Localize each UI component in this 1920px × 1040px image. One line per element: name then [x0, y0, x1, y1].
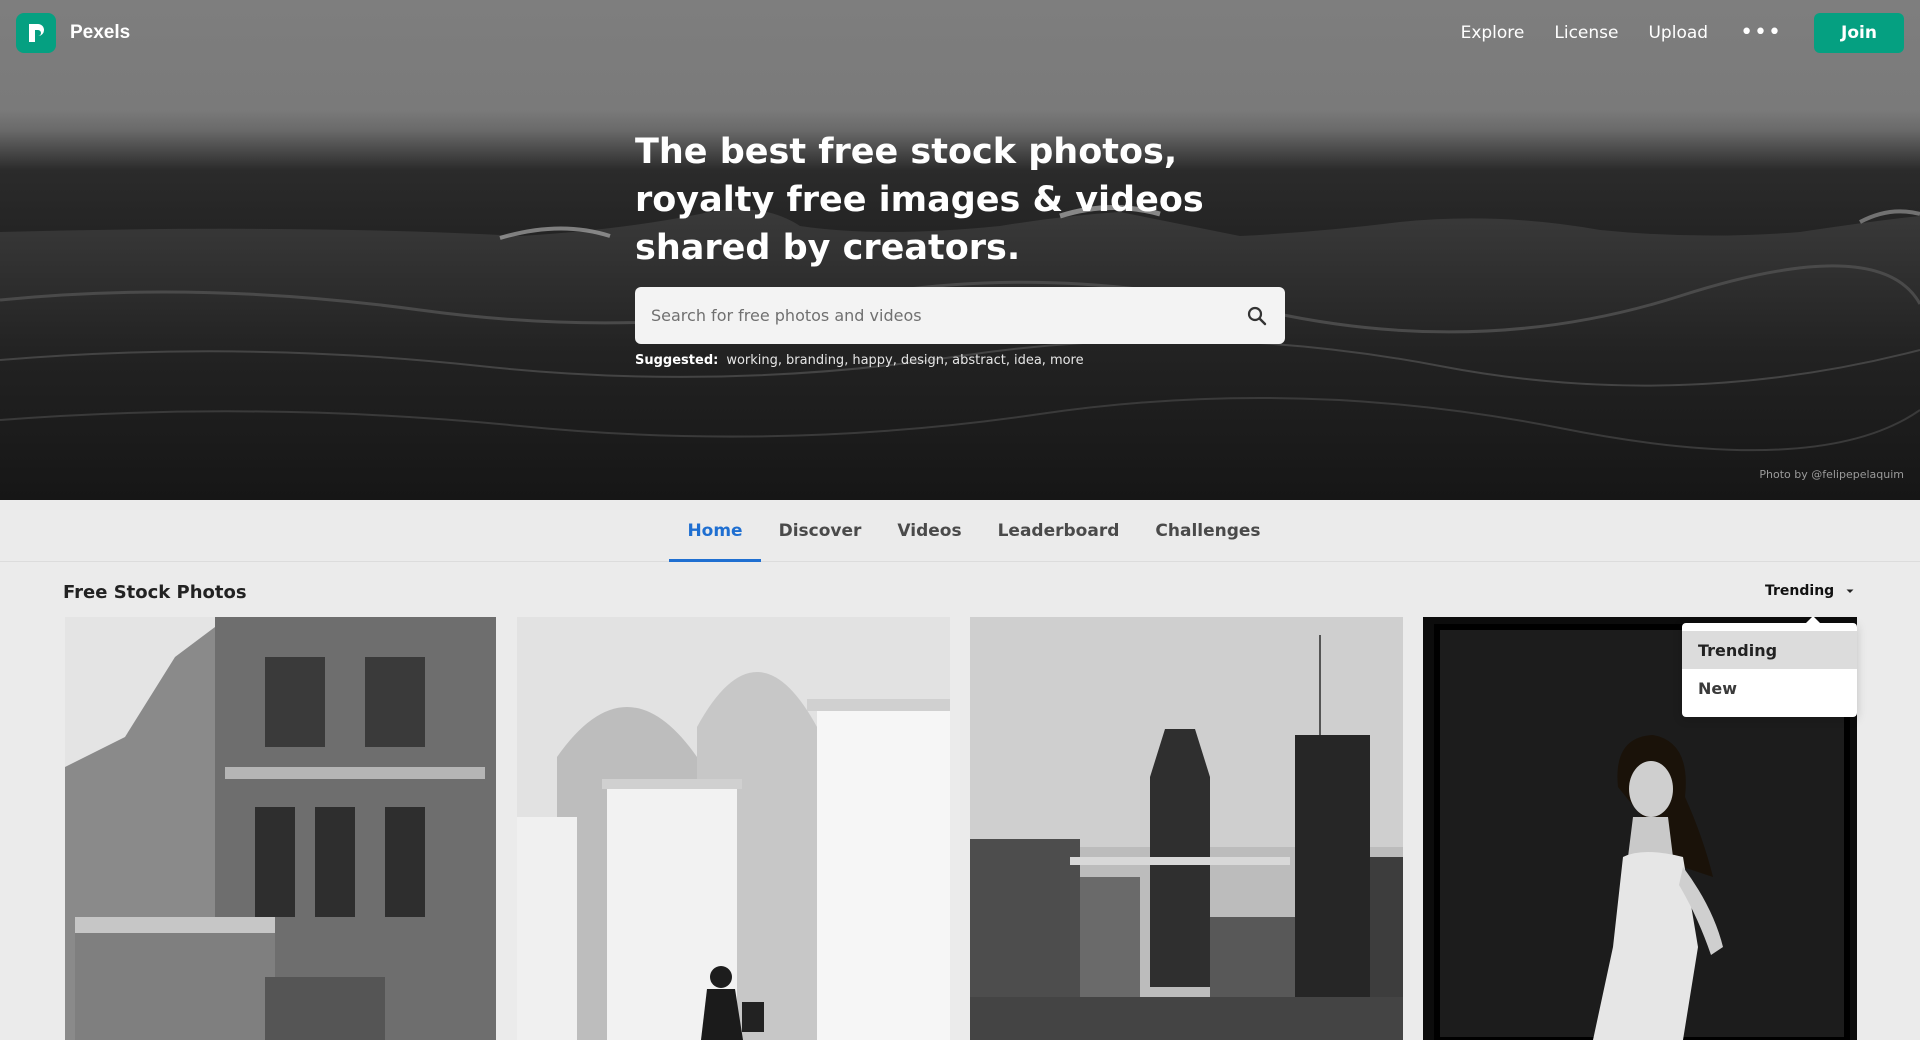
suggested-item[interactable]: branding	[786, 353, 844, 368]
sort-dropdown[interactable]: Trending	[1765, 583, 1856, 599]
tab-challenges[interactable]: Challenges	[1137, 500, 1278, 562]
sort-option-new[interactable]: New	[1682, 669, 1857, 707]
search-bar	[635, 287, 1285, 344]
suggested-item[interactable]: happy	[852, 353, 892, 368]
brand-name[interactable]: Pexels	[70, 22, 130, 44]
nav-license-link[interactable]: License	[1554, 23, 1618, 43]
sort-selected-value: Trending	[1765, 583, 1835, 599]
photo-card-building[interactable]	[65, 617, 496, 1040]
sort-option-trending[interactable]: Trending	[1682, 631, 1857, 669]
chevron-down-icon	[1846, 589, 1854, 593]
nav-upload-link[interactable]: Upload	[1648, 23, 1708, 43]
photo-building-image	[65, 617, 496, 1040]
hero-banner: Pexels Explore License Upload ••• Join T…	[0, 0, 1920, 500]
suggested-searches: Suggested: working, branding, happy, des…	[635, 353, 1084, 368]
top-navigation: Pexels Explore License Upload ••• Join	[0, 0, 1920, 66]
section-tabs: Home Discover Videos Leaderboard Challen…	[669, 500, 1278, 562]
photo-skyline-image	[970, 617, 1403, 1040]
tab-videos[interactable]: Videos	[879, 500, 979, 562]
search-icon[interactable]	[1245, 304, 1269, 328]
tab-leaderboard[interactable]: Leaderboard	[980, 500, 1138, 562]
photo-card-arches[interactable]	[517, 617, 950, 1040]
pexels-logo-icon[interactable]	[16, 13, 56, 53]
hero-title: The best free stock photos, royalty free…	[635, 132, 1204, 268]
photo-credit[interactable]: Photo by @felipepelaquim	[1759, 468, 1904, 481]
suggested-item[interactable]: abstract	[952, 353, 1006, 368]
nav-explore-link[interactable]: Explore	[1461, 23, 1525, 43]
nav-links: Explore License Upload ••• Join	[1461, 13, 1904, 53]
tab-discover[interactable]: Discover	[761, 500, 880, 562]
tab-home[interactable]: Home	[669, 500, 761, 562]
sort-dropdown-menu: Trending New	[1682, 616, 1857, 717]
photo-arches-image	[517, 617, 950, 1040]
photo-card-skyline[interactable]	[970, 617, 1403, 1040]
section-tabs-bar: Home Discover Videos Leaderboard Challen…	[0, 500, 1920, 562]
join-button[interactable]: Join	[1814, 13, 1904, 53]
section-title: Free Stock Photos	[63, 582, 247, 603]
suggested-label: Suggested:	[635, 353, 719, 368]
suggested-item[interactable]: idea	[1014, 353, 1042, 368]
suggested-item[interactable]: working	[726, 353, 778, 368]
suggested-item[interactable]: design	[901, 353, 944, 368]
suggested-more-link[interactable]: more	[1050, 353, 1084, 368]
more-options-icon[interactable]: •••	[1740, 22, 1782, 44]
search-input[interactable]	[651, 306, 1245, 325]
